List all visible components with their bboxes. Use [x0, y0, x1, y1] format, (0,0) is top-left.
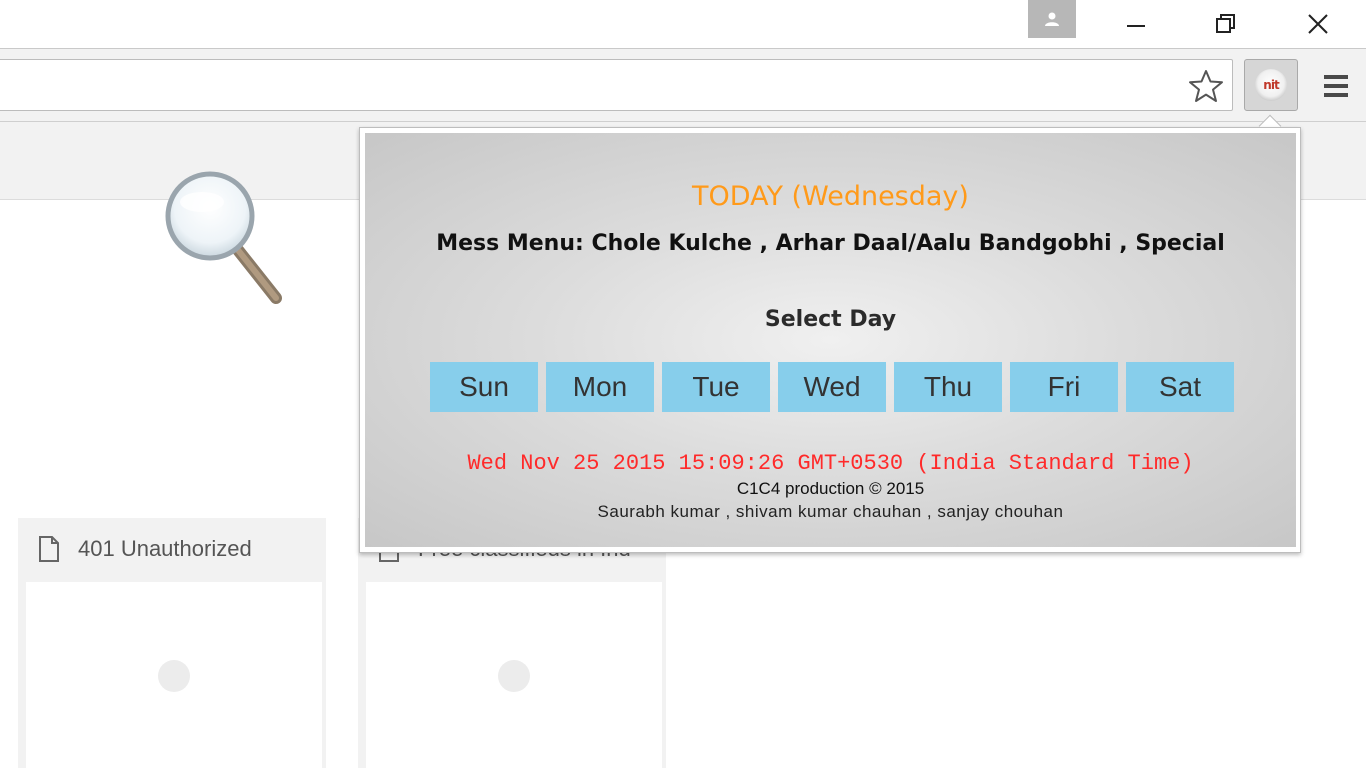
thumbnail-placeholder	[498, 660, 530, 692]
extension-logo-label: nit	[1263, 78, 1279, 92]
current-datetime: Wed Nov 25 2015 15:09:26 GMT+0530 (India…	[467, 451, 1194, 476]
day-button-thu[interactable]: Thu	[894, 362, 1002, 412]
extension-popup: TODAY (Wednesday) Mess Menu: Chole Kulch…	[359, 127, 1301, 553]
restore-button[interactable]	[1203, 0, 1249, 48]
magnifier-icon[interactable]	[158, 168, 290, 308]
close-icon	[1308, 14, 1328, 34]
restore-icon	[1216, 14, 1235, 33]
day-button-fri[interactable]: Fri	[1010, 362, 1118, 412]
person-icon	[1045, 12, 1059, 26]
day-button-wed[interactable]: Wed	[778, 362, 886, 412]
window-titlebar	[0, 0, 1366, 48]
mess-menu-text: Mess Menu: Chole Kulche , Arhar Daal/Aal…	[436, 231, 1225, 256]
minimize-button[interactable]	[1113, 0, 1159, 48]
authors-line: Saurabh kumar , shivam kumar chauhan , s…	[597, 502, 1064, 521]
credit-line: C1C4 production © 2015	[736, 479, 925, 498]
tile-title: 401 Unauthorized	[78, 536, 252, 561]
browser-toolbar: nit	[0, 48, 1366, 122]
extension-logo-icon: nit	[1255, 69, 1287, 101]
minimize-icon	[1127, 25, 1145, 27]
day-button-sat[interactable]: Sat	[1126, 362, 1234, 412]
popup-content: TODAY (Wednesday) Mess Menu: Chole Kulch…	[365, 133, 1296, 547]
day-button-sun[interactable]: Sun	[430, 362, 538, 412]
day-button-tue[interactable]: Tue	[662, 362, 770, 412]
hamburger-icon	[1324, 75, 1348, 79]
tile-thumbnail	[366, 582, 662, 768]
select-day-label: Select Day	[764, 307, 897, 332]
day-button-mon[interactable]: Mon	[546, 362, 654, 412]
star-icon[interactable]	[1188, 69, 1224, 103]
extension-button[interactable]: nit	[1244, 59, 1298, 111]
address-bar[interactable]	[0, 59, 1233, 111]
browser-menu-button[interactable]	[1318, 69, 1354, 103]
tile-header: 401 Unauthorized	[18, 518, 326, 580]
day-selector: Sun Mon Tue Wed Thu Fri Sat	[430, 362, 1234, 412]
most-visited-tile[interactable]: Free classifieds in Ind	[358, 518, 666, 768]
today-heading: TODAY (Wednesday)	[692, 181, 969, 212]
profile-button[interactable]	[1028, 0, 1076, 38]
most-visited-tile[interactable]: 401 Unauthorized	[18, 518, 326, 768]
thumbnail-placeholder	[158, 660, 190, 692]
close-window-button[interactable]	[1295, 0, 1341, 48]
page-icon	[39, 536, 59, 562]
tile-thumbnail	[26, 582, 322, 768]
